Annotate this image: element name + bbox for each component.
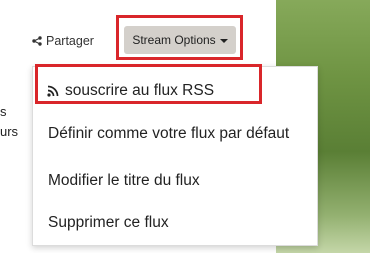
menu-item-edit-stream-title[interactable]: Modifier le titre du flux xyxy=(33,163,317,199)
menu-item-label: Définir comme votre flux par défaut xyxy=(48,125,290,142)
share-icon xyxy=(32,36,42,46)
share-button[interactable]: Partager xyxy=(32,31,94,51)
share-label: Partager xyxy=(46,34,94,48)
stream-options-button[interactable]: Stream Options xyxy=(124,26,236,54)
rss-highlight-box xyxy=(35,64,262,104)
chevron-down-icon xyxy=(219,38,228,43)
menu-item-label: Supprimer ce flux xyxy=(48,214,169,231)
menu-item-delete-stream[interactable]: Supprimer ce flux xyxy=(33,205,317,241)
partial-text: urs xyxy=(0,124,19,139)
menu-item-set-default-stream[interactable]: Définir comme votre flux par défaut xyxy=(33,116,317,152)
stream-options-label: Stream Options xyxy=(132,33,216,47)
partial-text: s xyxy=(0,104,7,119)
menu-item-label: Modifier le titre du flux xyxy=(48,172,200,189)
